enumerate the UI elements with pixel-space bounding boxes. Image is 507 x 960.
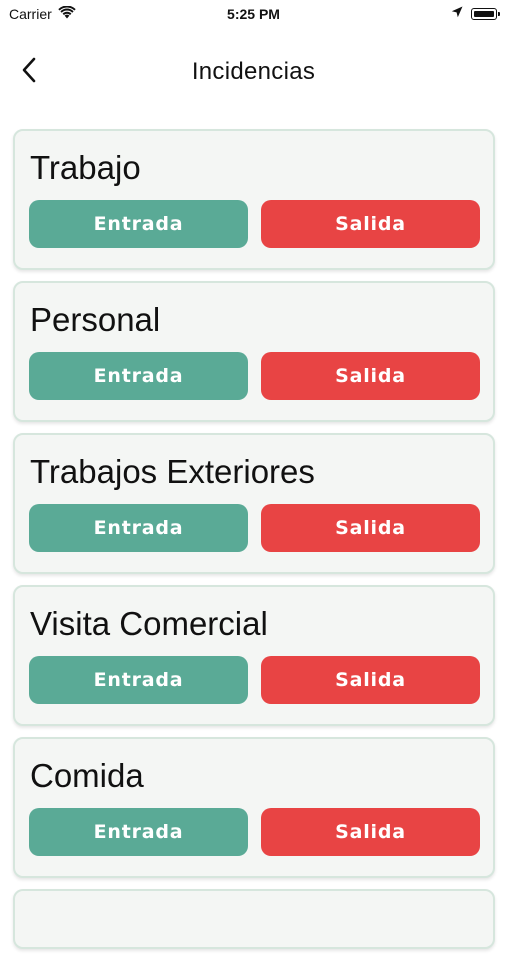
card-title: Visita Comercial — [30, 605, 268, 642]
incidencia-card-trabajo: Trabajo Entrada Salida — [13, 129, 495, 270]
nav-bar: Incidencias — [0, 44, 507, 100]
card-title: Trabajo — [30, 149, 141, 186]
salida-button[interactable]: Salida — [261, 352, 480, 400]
entrada-button[interactable]: Entrada — [29, 504, 248, 552]
status-right — [451, 5, 500, 23]
incidencia-card-visita-comercial: Visita Comercial Entrada Salida — [13, 585, 495, 726]
salida-button[interactable]: Salida — [261, 808, 480, 856]
card-title: Comida — [30, 757, 144, 794]
incidencia-card-partial — [13, 889, 495, 949]
entrada-button[interactable]: Entrada — [29, 808, 248, 856]
card-title: Trabajos Exteriores — [30, 453, 315, 490]
status-time: 5:25 PM — [227, 6, 280, 22]
entrada-button[interactable]: Entrada — [29, 352, 248, 400]
card-title: Personal — [30, 301, 161, 338]
incidencia-card-comida: Comida Entrada Salida — [13, 737, 495, 878]
status-bar: Carrier 5:25 PM — [0, 0, 507, 30]
incidencia-card-trabajos-exteriores: Trabajos Exteriores Entrada Salida — [13, 433, 495, 574]
page-title: Incidencias — [191, 58, 316, 85]
entrada-button[interactable]: Entrada — [29, 656, 248, 704]
incidencias-list: Trabajo Entrada Salida Personal Entrada … — [13, 129, 495, 960]
salida-button[interactable]: Salida — [261, 200, 480, 248]
entrada-button[interactable]: Entrada — [29, 200, 248, 248]
incidencia-card-personal: Personal Entrada Salida — [13, 281, 495, 422]
salida-button[interactable]: Salida — [261, 656, 480, 704]
location-arrow-icon — [451, 5, 463, 23]
battery-icon — [471, 8, 500, 20]
salida-button[interactable]: Salida — [261, 504, 480, 552]
